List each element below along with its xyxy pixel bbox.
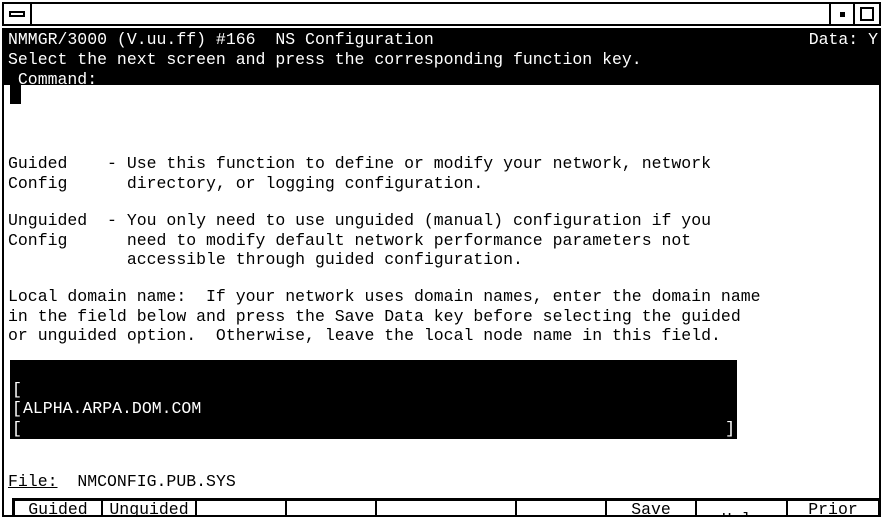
fkey-label-line1: Save bbox=[631, 501, 671, 517]
fkey-empty-6[interactable] bbox=[517, 501, 607, 515]
domain-name-field-group[interactable]: [ ALPHA.ARPA.DOM.COM ] [ ] [ ] [] bbox=[10, 360, 737, 496]
fkey-unguided-config[interactable]: Unguided Config bbox=[103, 501, 197, 517]
window-title-bar[interactable] bbox=[2, 2, 881, 26]
fkey-save-data[interactable]: Save Data bbox=[607, 501, 697, 517]
fkey-guided-config[interactable]: Guided Config bbox=[15, 501, 103, 517]
file-label: File: bbox=[8, 472, 58, 491]
data-flag: Data: Y bbox=[808, 30, 878, 49]
window-maximize-button[interactable] bbox=[853, 4, 879, 24]
domain-paragraph-line2: in the field below and press the Save Da… bbox=[8, 306, 741, 326]
terminal-screen: NMMGR/3000 (V.uu.ff) #166 NS Configurati… bbox=[2, 28, 881, 517]
maximize-icon bbox=[860, 7, 874, 21]
domain-paragraph-line3: or unguided option. Otherwise, leave the… bbox=[8, 326, 721, 345]
fkey-empty-4[interactable] bbox=[287, 501, 377, 515]
domain-field-row[interactable]: [ ] bbox=[10, 399, 737, 477]
guided-config-desc-line2: Config directory, or logging configurati… bbox=[8, 173, 484, 193]
fkey-empty-5[interactable] bbox=[377, 501, 517, 515]
guided-config-desc-line1: Guided - Use this function to define or … bbox=[8, 154, 712, 173]
minimize-icon bbox=[9, 11, 25, 17]
function-key-bar: Guided Config Unguided Config bbox=[12, 498, 879, 517]
domain-field-row[interactable]: [ ] bbox=[10, 419, 737, 496]
fkey-empty-3[interactable] bbox=[197, 501, 287, 515]
window-minimize-button[interactable] bbox=[4, 4, 32, 24]
unguided-config-desc-line2: Config need to modify default network pe… bbox=[8, 230, 692, 250]
unguided-config-desc-line3: accessible through guided configuration. bbox=[8, 250, 523, 269]
unguided-config-desc-line1: Unguided - You only need to use unguided… bbox=[8, 211, 712, 230]
file-line: File: NMCONFIG.PUB.SYS bbox=[8, 472, 236, 492]
instruction-line: Select the next screen and press the cor… bbox=[8, 50, 642, 69]
command-label: Command: bbox=[8, 70, 98, 89]
field-close-bracket: ] bbox=[725, 477, 735, 496]
terminal-window: NMMGR/3000 (V.uu.ff) #166 NS Configurati… bbox=[0, 0, 885, 519]
field-close-bracket: ] bbox=[725, 438, 735, 457]
file-value: NMCONFIG.PUB.SYS bbox=[57, 472, 236, 491]
fkey-label-line1: Help bbox=[722, 510, 762, 515]
command-input-cursor[interactable] bbox=[10, 85, 21, 104]
fkey-label-line1: Unguided bbox=[109, 501, 189, 517]
domain-field-row[interactable]: [ ] bbox=[10, 380, 737, 457]
fkey-help[interactable]: Help bbox=[697, 501, 788, 515]
fkey-label-line1: Guided bbox=[28, 501, 88, 517]
window-restore-button[interactable] bbox=[829, 4, 853, 24]
screen-title: NMMGR/3000 (V.uu.ff) #166 NS Configurati… bbox=[8, 30, 434, 49]
domain-field-row[interactable]: [ ALPHA.ARPA.DOM.COM ] bbox=[10, 360, 737, 438]
restore-dot-icon bbox=[839, 11, 845, 17]
fkey-label-line1: Prior bbox=[808, 501, 858, 517]
domain-paragraph-line1: Local domain name: If your network uses … bbox=[8, 287, 761, 306]
window-title-text bbox=[32, 4, 829, 24]
field-close-bracket: ] bbox=[725, 457, 735, 477]
field-open-bracket: [ bbox=[12, 438, 22, 457]
fkey-prior-screen[interactable]: Prior Screen bbox=[788, 501, 878, 517]
